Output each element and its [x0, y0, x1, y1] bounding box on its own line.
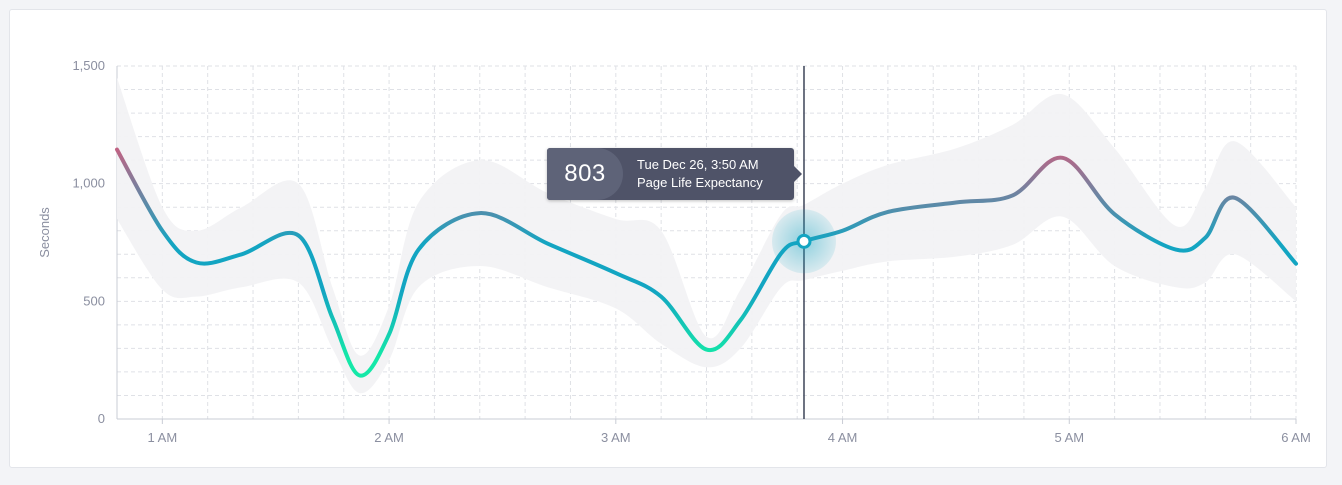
x-tick-label: 5 AM	[1054, 430, 1084, 445]
y-tick-label: 1,500	[72, 58, 105, 73]
marker-point	[796, 233, 812, 249]
y-tick-label: 500	[83, 293, 105, 308]
y-tick-label: 1,000	[72, 176, 105, 191]
tooltip: 803 Tue Dec 26, 3:50 AM Page Life Expect…	[547, 148, 802, 200]
x-tick-label: 6 AM	[1281, 430, 1311, 445]
x-tick-label: 1 AM	[148, 430, 178, 445]
y-axis-title: Seconds	[37, 207, 52, 258]
y-tick-label: 0	[98, 411, 105, 426]
line-chart: 0 500 1,000 1,500 1 AM 2 AM 3 AM 4 AM 5 AM 6 AM Se…	[37, 58, 1311, 445]
x-tick-label: 4 AM	[828, 430, 858, 445]
x-tick-label: 2 AM	[374, 430, 404, 445]
chart-card: 0 500 1,000 1,500 1 AM 2 AM 3 AM 4 AM 5 AM 6 AM Se…	[9, 9, 1327, 468]
tooltip-value: 803	[547, 148, 623, 200]
x-tick-label: 3 AM	[601, 430, 631, 445]
tooltip-date: Tue Dec 26, 3:50 AM	[637, 157, 759, 172]
tooltip-arrow	[794, 166, 802, 182]
tooltip-series: Page Life Expectancy	[637, 175, 763, 190]
